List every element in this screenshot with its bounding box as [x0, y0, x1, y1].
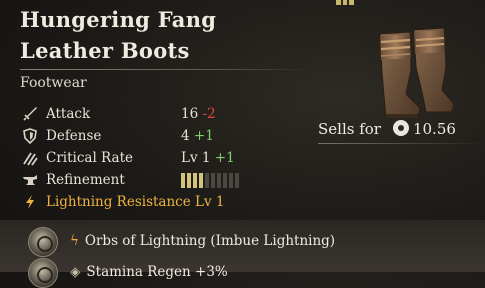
stat-critical-rate: Critical Rate Lv 1 +1 [20, 147, 320, 169]
refinement-segment [211, 173, 215, 188]
refinement-segment [187, 173, 191, 188]
top-bar-gap [341, 0, 343, 5]
item-name-line2: Leather Boots [20, 38, 190, 63]
item-name: Hungering Fang Leather Boots [20, 4, 216, 66]
refinement-segment [181, 173, 185, 188]
claw-icon [23, 152, 38, 166]
sell-divider [318, 143, 485, 144]
lightning-resistance-label: Lightning Resistance Lv 1 [46, 194, 225, 210]
top-bar-indicator [336, 0, 354, 5]
stat-delta: -2 [202, 106, 216, 122]
stat-delta: +1 [193, 128, 214, 144]
stat-label: Critical Rate [46, 150, 133, 166]
sell-label: Sells for [318, 120, 381, 138]
anvil-icon [23, 175, 37, 185]
coin-icon [392, 120, 409, 136]
refinement-segment [205, 173, 209, 188]
refinement-segment [217, 173, 221, 188]
stat-lightning-resistance: Lightning Resistance Lv 1 [20, 191, 320, 213]
stat-label: Refinement [46, 172, 125, 188]
item-category: Footwear [20, 75, 87, 91]
refinement-segment [193, 173, 197, 188]
stat-value: Lv 1 +1 [181, 150, 235, 166]
refinement-segment [199, 173, 203, 188]
refinement-segment [223, 173, 227, 188]
stat-attack: Attack 16 -2 [20, 103, 320, 125]
refinement-segment [235, 173, 239, 188]
lightning-bolt-icon [26, 195, 34, 209]
sell-price: Sells for 10.56 [318, 120, 456, 138]
stamina-icon: ◈ [70, 264, 81, 280]
effect-label: ◈ Stamina Regen +3% [70, 264, 228, 280]
stat-value: 4 +1 [181, 128, 214, 144]
sell-value: 10.56 [412, 120, 456, 138]
shield-icon [23, 128, 37, 144]
item-name-line1: Hungering Fang [20, 7, 217, 32]
stat-label: Attack [46, 106, 91, 122]
top-bar-gap [347, 0, 349, 5]
effect-orb-icon [28, 258, 58, 288]
stat-delta: +1 [214, 150, 235, 166]
header-divider [20, 69, 310, 70]
stat-defense: Defense 4 +1 [20, 125, 320, 147]
stat-value: 16 -2 [181, 106, 216, 122]
sword-icon [23, 107, 37, 121]
stat-refinement: Refinement [20, 169, 320, 191]
boots-image [379, 27, 455, 119]
refinement-bar [181, 173, 239, 188]
effect-label: ϟ Orbs of Lightning (Imbue Lightning) [70, 233, 336, 249]
refinement-segment [229, 173, 233, 188]
effect-orb-icon [28, 227, 58, 257]
stat-label: Defense [46, 128, 102, 144]
stats-list: Attack 16 -2 Defense 4 +1 Critical Rate … [20, 103, 320, 213]
lightning-bolt-icon: ϟ [70, 233, 79, 249]
